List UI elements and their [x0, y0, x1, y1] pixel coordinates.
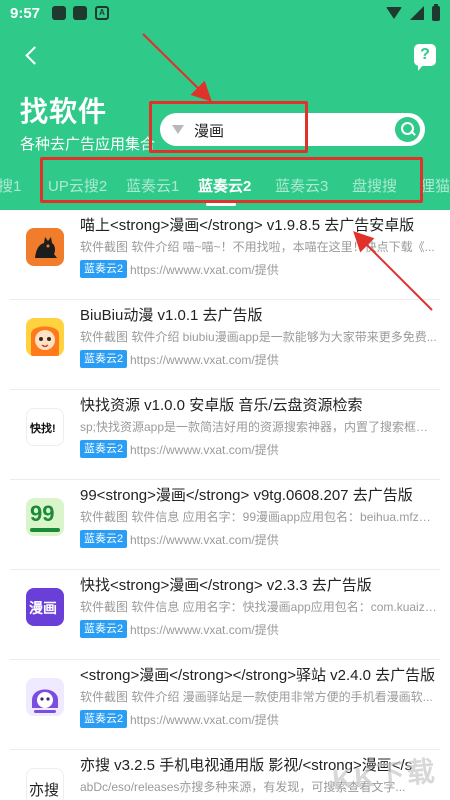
- signal-icon: [410, 6, 424, 20]
- yisou-app-icon: 亦搜: [26, 768, 64, 800]
- tab-sou1[interactable]: 搜1: [0, 175, 21, 196]
- item-title: 喵上<strong>漫画</strong> v1.9.8.5 去广告安卓版: [80, 217, 415, 234]
- item-title: BiuBiu动漫 v1.0.1 去广告版: [80, 307, 263, 324]
- yisou-icon-text: 亦搜: [29, 782, 60, 799]
- page-subtitle: 各种去广告应用集合: [20, 136, 156, 153]
- item-title: 快找资源 v1.0.0 安卓版 音乐/云盘资源检索: [80, 397, 363, 414]
- source-badge: 蓝奏云2: [80, 620, 128, 638]
- status-icons: [386, 3, 440, 22]
- item-source: https://wwww.vxat.com/提供: [130, 533, 279, 547]
- item-title: 99<strong>漫画</strong> v9tg.0608.207 去广告版: [80, 487, 413, 504]
- item-source: https://wwww.vxat.com/提供: [130, 353, 279, 367]
- item-source: https://wwww.vxat.com/提供: [130, 713, 279, 727]
- item-desc: 软件截图 软件介绍 漫画驿站是一款使用非常方便的手机看漫画软...: [80, 690, 433, 704]
- item-title: 快找<strong>漫画</strong> v2.3.3 去广告版: [80, 577, 372, 594]
- manhua-yizhan-app-icon: [26, 678, 64, 716]
- search-button[interactable]: [395, 117, 420, 142]
- help-icon[interactable]: ?: [414, 44, 436, 71]
- notification-a-icon: A: [95, 6, 109, 20]
- item-desc: sp;快找资源app是一款简洁好用的资源搜索神器，内置了搜索框，...: [80, 420, 438, 434]
- kuaizhao-manhua-app-icon: 漫画: [26, 588, 64, 626]
- list-item[interactable]: BiuBiu动漫 v1.0.1 去广告版 软件截图 软件介绍 biubiu漫画a…: [10, 300, 440, 390]
- source-badge: 蓝奏云2: [80, 350, 128, 368]
- cat-app-icon: [26, 228, 64, 266]
- kuaizhao-icon-text: 快找!: [30, 423, 56, 435]
- list-item[interactable]: 喵上<strong>漫画</strong> v1.9.8.5 去广告安卓版 软件…: [10, 210, 440, 300]
- notification-icon: [73, 6, 87, 20]
- item-source: https://wwww.vxat.com/提供: [130, 263, 279, 277]
- tab-limao[interactable]: 狸猫: [420, 175, 450, 196]
- status-bar: 9:57 A: [0, 0, 450, 26]
- page-title: 找软件: [20, 96, 108, 127]
- item-desc: 软件截图 软件信息 应用名字：快找漫画app应用包名：com.kuaizh...: [80, 600, 438, 614]
- back-button[interactable]: [20, 42, 48, 70]
- item-source: https://wwww.vxat.com/提供: [130, 443, 279, 457]
- status-time: 9:57: [10, 5, 41, 22]
- item-source: https://wwww.vxat.com/提供: [130, 623, 279, 637]
- active-tab-indicator: [206, 203, 236, 206]
- item-title: <strong>漫画</strong></strong>驿站 v2.4.0 去广…: [80, 667, 436, 684]
- source-badge: 蓝奏云2: [80, 440, 128, 458]
- source-badge: 蓝奏云2: [80, 260, 128, 278]
- battery-icon: [432, 3, 440, 21]
- kuaizhao-app-icon: 快找!: [26, 408, 64, 446]
- item-desc: 软件截图 软件信息 应用名字：99漫画app应用包名：beihua.mfzm..…: [80, 510, 438, 524]
- highlight-box-search: [149, 101, 308, 153]
- wifi-icon: [386, 7, 402, 19]
- item-desc: 软件截图 软件介绍 喵~喵~！不用找啦，本喵在这里！快点下载《...: [80, 240, 435, 254]
- item-desc: 软件截图 软件介绍 biubiu漫画app是一款能够为大家带来更多免费...: [80, 330, 437, 344]
- list-item[interactable]: 快找! 快找资源 v1.0.0 安卓版 音乐/云盘资源检索 sp;快找资源app…: [10, 390, 440, 480]
- list-item[interactable]: <strong>漫画</strong></strong>驿站 v2.4.0 去广…: [10, 660, 440, 750]
- list-item[interactable]: 99 99<strong>漫画</strong> v9tg.0608.207 去…: [10, 480, 440, 570]
- highlight-box-tabs: [40, 157, 423, 203]
- source-badge: 蓝奏云2: [80, 530, 128, 548]
- notification-icon: [52, 6, 66, 20]
- anime-girl-app-icon: [26, 318, 64, 356]
- kuaizhao-manhua-icon-text: 漫画: [29, 600, 57, 616]
- source-badge: 蓝奏云2: [80, 710, 128, 728]
- list-item[interactable]: 漫画 快找<strong>漫画</strong> v2.3.3 去广告版 软件截…: [10, 570, 440, 660]
- 99-manhua-app-icon: 99: [26, 498, 64, 536]
